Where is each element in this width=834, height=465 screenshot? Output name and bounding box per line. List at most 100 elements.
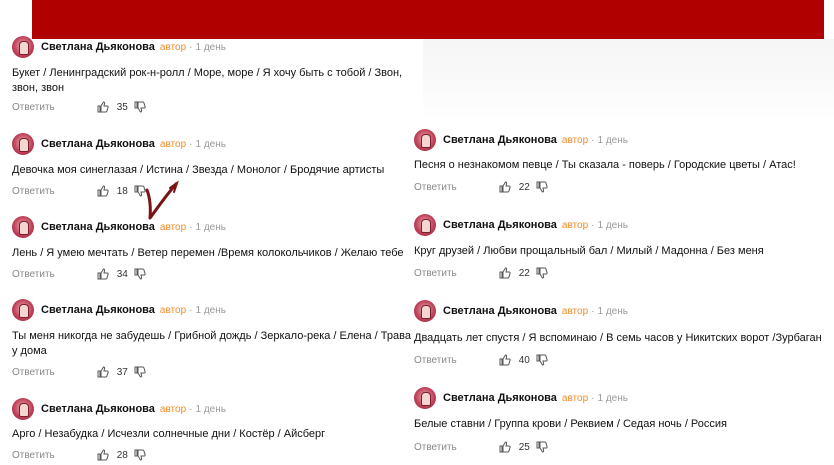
thumbs-down-icon[interactable]: [134, 449, 146, 461]
comment-item: Светлана Дьяконова автор · 1 день Белые …: [414, 385, 834, 465]
thumbs-up-icon[interactable]: [97, 185, 109, 197]
reply-button[interactable]: Ответить: [414, 442, 457, 453]
separator: ·: [591, 305, 595, 317]
comment-actions: Ответить 40: [414, 354, 548, 366]
like-count: 37: [116, 366, 128, 378]
separator: ·: [189, 41, 193, 53]
author-badge: автор: [561, 305, 589, 317]
comment-item: Светлана Дьяконова автор · 1 день Ты мен…: [12, 297, 418, 378]
like-count: 22: [518, 267, 530, 279]
comment-header: Светлана Дьяконова автор · 1 день: [414, 298, 628, 324]
reply-button[interactable]: Ответить: [12, 367, 55, 378]
thumbs-down-icon[interactable]: [134, 268, 146, 280]
comment-item: Светлана Дьяконова автор · 1 день Круг д…: [414, 212, 834, 292]
thumbs-up-icon[interactable]: [499, 181, 511, 193]
comment-actions: Ответить 37: [12, 366, 146, 378]
reply-button[interactable]: Ответить: [12, 450, 55, 461]
like-count: 22: [518, 181, 530, 193]
avatar[interactable]: [12, 216, 34, 238]
author-name[interactable]: Светлана Дьяконова: [443, 392, 557, 404]
author-name[interactable]: Светлана Дьяконова: [41, 403, 155, 415]
avatar[interactable]: [414, 300, 436, 322]
timestamp: 1 день: [597, 134, 628, 146]
author-badge: автор: [159, 221, 187, 233]
comment-header: Светлана Дьяконова автор · 1 день: [12, 214, 226, 240]
thumbs-down-icon[interactable]: [536, 181, 548, 193]
thumbs-down-icon[interactable]: [536, 354, 548, 366]
author-name[interactable]: Светлана Дьяконова: [41, 221, 155, 233]
comment-text: Арго / Незабудка / Исчезли солнечные дни…: [12, 428, 326, 440]
author-name[interactable]: Светлана Дьяконова: [41, 138, 155, 150]
reply-button[interactable]: Ответить: [414, 355, 457, 366]
comment-item: Светлана Дьяконова автор · 1 день Лень /…: [12, 214, 418, 294]
reply-button[interactable]: Ответить: [12, 269, 55, 280]
thumbs-down-icon[interactable]: [536, 441, 548, 453]
like-count: 40: [518, 354, 530, 366]
comment-text: Белые ставни / Группа крови / Реквием / …: [414, 418, 728, 430]
thumbs-down-icon[interactable]: [134, 366, 146, 378]
thumbs-up-icon[interactable]: [499, 267, 511, 279]
left-comments-column: Светлана Дьяконова автор · 1 день Букет …: [0, 0, 418, 465]
reply-button[interactable]: Ответить: [414, 182, 457, 193]
author-badge: автор: [561, 392, 589, 404]
author-name[interactable]: Светлана Дьяконова: [443, 305, 557, 317]
thumbs-down-icon[interactable]: [134, 101, 146, 113]
avatar[interactable]: [12, 299, 34, 321]
comment-text: Песня о незнакомом певце / Ты сказала - …: [414, 159, 796, 171]
like-count: 34: [116, 268, 128, 280]
timestamp: 1 день: [195, 221, 226, 233]
author-name[interactable]: Светлана Дьяконова: [41, 304, 155, 316]
comment-header: Светлана Дьяконова автор · 1 день: [12, 396, 226, 422]
separator: ·: [189, 403, 193, 415]
timestamp: 1 день: [195, 41, 226, 53]
comment-actions: Ответить 22: [414, 181, 548, 193]
thumbs-up-icon[interactable]: [97, 268, 109, 280]
thumbs-up-icon[interactable]: [97, 366, 109, 378]
like-count: 28: [116, 449, 128, 461]
author-badge: автор: [561, 134, 589, 146]
comment-actions: Ответить 34: [12, 268, 146, 280]
thumbs-down-icon[interactable]: [536, 267, 548, 279]
comment-header: Светлана Дьяконова автор · 1 день: [414, 127, 628, 153]
avatar[interactable]: [414, 387, 436, 409]
timestamp: 1 день: [597, 305, 628, 317]
comment-item: Светлана Дьяконова автор · 1 день Песня …: [414, 127, 834, 207]
separator: ·: [591, 134, 595, 146]
separator: ·: [591, 219, 595, 231]
reply-button[interactable]: Ответить: [12, 186, 55, 197]
author-badge: автор: [159, 403, 187, 415]
timestamp: 1 день: [597, 392, 628, 404]
comment-header: Светлана Дьяконова автор · 1 день: [12, 297, 226, 323]
thumbs-up-icon[interactable]: [499, 441, 511, 453]
reply-button[interactable]: Ответить: [12, 102, 55, 113]
author-name[interactable]: Светлана Дьяконова: [41, 41, 155, 53]
comment-item: Светлана Дьяконова автор · 1 день Арго /…: [12, 396, 418, 465]
like-count: 25: [518, 441, 530, 453]
author-name[interactable]: Светлана Дьяконова: [443, 134, 557, 146]
separator: ·: [189, 304, 193, 316]
separator: ·: [189, 221, 193, 233]
author-name[interactable]: Светлана Дьяконова: [443, 219, 557, 231]
thumbs-up-icon[interactable]: [97, 449, 109, 461]
thumbs-up-icon[interactable]: [97, 101, 109, 113]
avatar[interactable]: [12, 36, 34, 58]
avatar[interactable]: [414, 214, 436, 236]
author-badge: автор: [561, 219, 589, 231]
comment-header: Светлана Дьяконова автор · 1 день: [414, 212, 628, 238]
comment-text: Ты меня никогда не забудешь / Грибной до…: [12, 330, 411, 357]
timestamp: 1 день: [195, 304, 226, 316]
comment-text: Девочка моя синеглазая / Истина / Звезда…: [12, 164, 385, 176]
avatar[interactable]: [12, 133, 34, 155]
author-badge: автор: [159, 304, 187, 316]
reply-button[interactable]: Ответить: [414, 268, 457, 279]
thumbs-up-icon[interactable]: [499, 354, 511, 366]
avatar[interactable]: [12, 398, 34, 420]
comment-item: Светлана Дьяконова автор · 1 день Девочк…: [12, 131, 418, 211]
avatar[interactable]: [414, 129, 436, 151]
comment-actions: Ответить 28: [12, 449, 146, 461]
comment-text: Лень / Я умею мечтать / Ветер перемен /В…: [12, 247, 404, 259]
comment-text: Круг друзей / Любви прощальный бал / Мил…: [414, 245, 764, 257]
separator: ·: [591, 392, 595, 404]
comment-item: Светлана Дьяконова автор · 1 день Двадца…: [414, 298, 834, 378]
comment-item: Светлана Дьяконова автор · 1 день Букет …: [12, 34, 418, 114]
